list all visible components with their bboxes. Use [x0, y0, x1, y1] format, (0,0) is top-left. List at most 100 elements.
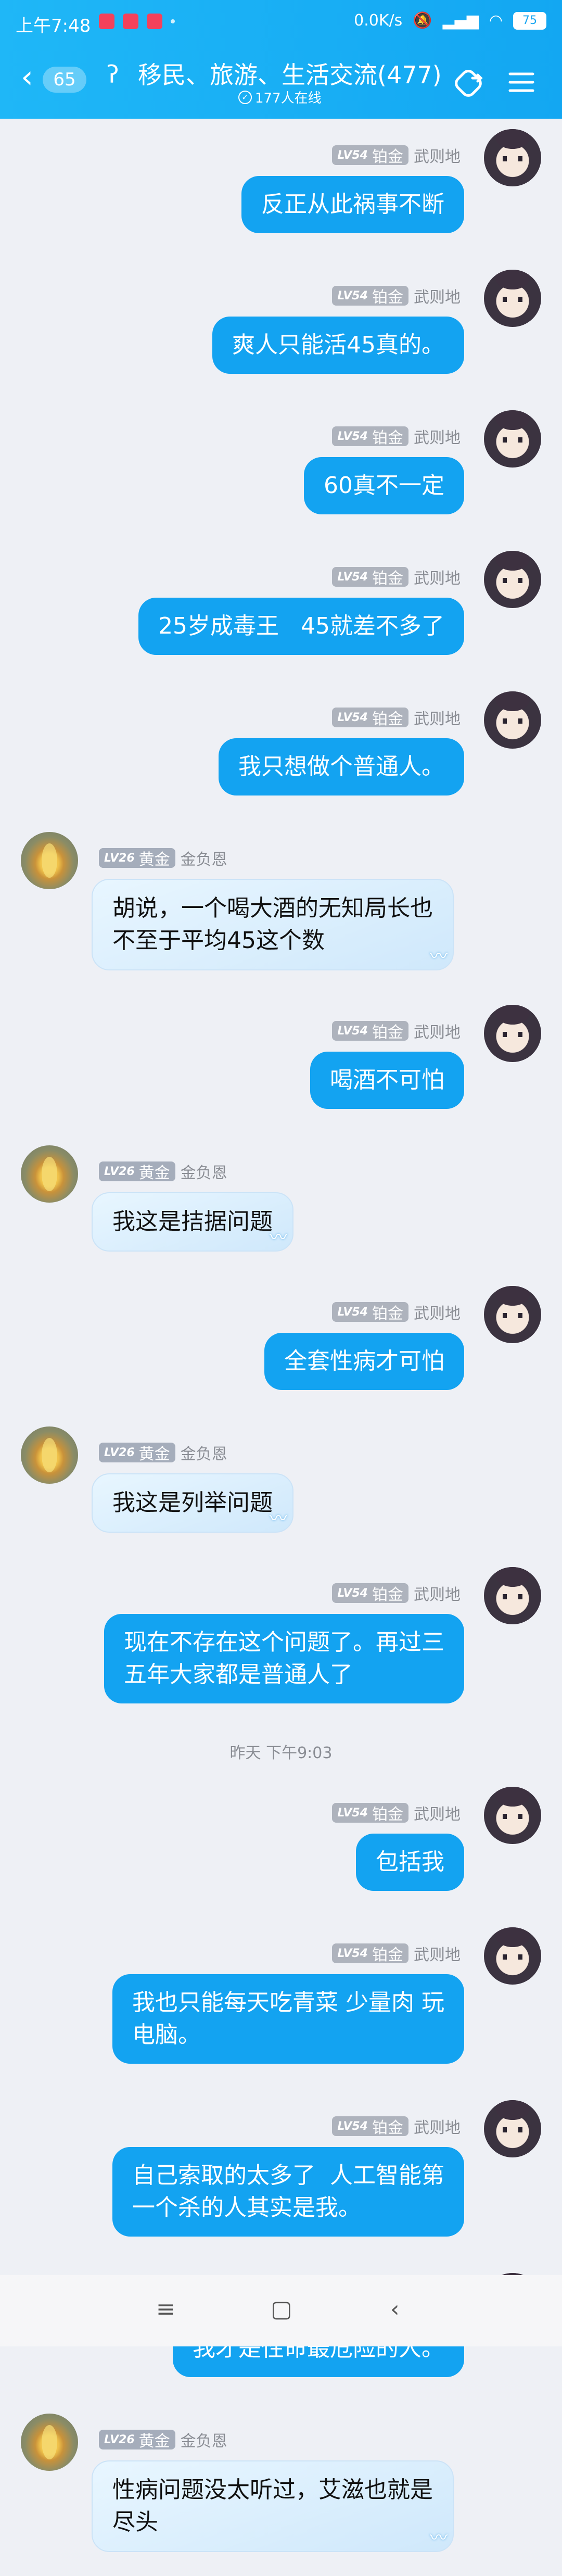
- status-bar: 上午7:48 0.0K/s 🔕 ▂▄▆ ◠ 75: [0, 0, 562, 47]
- level-badge: LV54 铂金: [332, 426, 408, 447]
- message-bubble[interactable]: 性病问题没太听过，艾滋也就是 尽头: [92, 2460, 454, 2554]
- message-item: LV54 铂金 武则地全套性病才可怕: [0, 1276, 562, 1416]
- back-chevron-icon[interactable]: ‹: [21, 61, 33, 93]
- home-button[interactable]: ▢: [271, 2296, 292, 2322]
- avatar[interactable]: [21, 1426, 78, 1484]
- message-item: LV54 铂金 武则地现在不存在这个问题了。再过三 五年大家都是普通人了: [0, 1557, 562, 1729]
- sender-info: LV54 铂金武则地: [332, 1582, 461, 1605]
- level-badge: LV54 铂金: [332, 1803, 408, 1824]
- level-badge: LV54 铂金: [332, 145, 408, 166]
- sender-info: LV26 黄金 金负恩: [99, 1441, 227, 1464]
- sender-name[interactable]: 金负恩: [181, 847, 227, 869]
- tier-label: 铂金: [372, 1805, 403, 1824]
- battery-icon: 75: [513, 11, 546, 30]
- message-bubble[interactable]: 反正从此祸事不断: [241, 176, 464, 233]
- tier-label: 黄金: [138, 851, 170, 869]
- tier-label: 铂金: [372, 288, 403, 307]
- level-number: LV54: [337, 2119, 368, 2133]
- unread-count-badge[interactable]: 65: [43, 67, 86, 93]
- avatar[interactable]: [484, 270, 541, 327]
- message-item: LV54 铂金 武则地自己索取的太多了 人工智能第 一个杀的人其实是我。: [0, 2090, 562, 2263]
- app-notification-icon: [147, 14, 162, 29]
- message-bubble[interactable]: 25岁成毒王 45就差不多了: [138, 598, 464, 655]
- message-bubble[interactable]: 包括我: [356, 1834, 464, 1891]
- share-icon[interactable]: [453, 65, 489, 101]
- tier-label: 铂金: [372, 429, 403, 447]
- sender-name[interactable]: 金负恩: [181, 1160, 227, 1183]
- message-bubble[interactable]: 胡说，一个喝大酒的无知局长也 不至于平均45这个数: [92, 879, 454, 973]
- sender-info: LV26 黄金 金负恩: [99, 847, 227, 869]
- message-item: LV26 黄金 金负恩 性病问题没太听过，艾滋也就是 尽头: [0, 2403, 562, 2576]
- avatar[interactable]: [21, 2414, 78, 2471]
- group-title[interactable]: 移民、旅游、生活交流(477): [138, 56, 442, 91]
- level-number: LV26: [104, 2433, 135, 2446]
- sender-name[interactable]: 武则地: [414, 2115, 461, 2138]
- message-item: LV54 铂金 武则地我只想做个普通人。: [0, 681, 562, 822]
- message-item: LV54 铂金 武则地 25岁成毒王 45就差不多了: [0, 540, 562, 681]
- system-nav-bar: ≡ ▢ ‹: [0, 2275, 562, 2346]
- sender-name[interactable]: 武则地: [414, 1019, 461, 1042]
- message-item: LV54 铂金 武则地 喝酒不可怕: [0, 994, 562, 1135]
- message-bubble[interactable]: 现在不存在这个问题了。再过三 五年大家都是普通人了: [104, 1614, 464, 1703]
- app-notification-icon: [123, 14, 138, 29]
- sender-name[interactable]: 金负恩: [181, 1441, 227, 1464]
- sender-info: LV54 铂金武则地: [332, 2115, 461, 2138]
- signal-icon: ▂▄▆: [442, 11, 479, 30]
- mute-icon: 🔕: [413, 11, 432, 30]
- message-item: LV54 铂金 武则地包括我: [0, 1776, 562, 1917]
- level-badge: LV54 铂金: [332, 1943, 408, 1964]
- tier-label: 铂金: [372, 2119, 403, 2137]
- level-badge: LV54 铂金: [332, 1302, 408, 1323]
- message-bubble[interactable]: 我也只能每天吃青菜 少量肉 玩 电脑。: [112, 1974, 464, 2064]
- level-number: LV54: [337, 1586, 368, 1600]
- sender-info: LV54 铂金武则地: [332, 1942, 461, 1965]
- avatar[interactable]: [484, 2100, 541, 2157]
- avatar[interactable]: [484, 1927, 541, 1985]
- sender-name[interactable]: 武则地: [414, 1801, 461, 1824]
- message-bubble[interactable]: 爽人只能活45真的。: [212, 317, 464, 374]
- sender-name[interactable]: 武则地: [414, 1942, 461, 1965]
- avatar[interactable]: [484, 1787, 541, 1844]
- sender-name[interactable]: 武则地: [414, 284, 461, 307]
- level-number: LV26: [104, 1446, 135, 1459]
- sender-name[interactable]: 金负恩: [181, 2428, 227, 2451]
- avatar[interactable]: [484, 410, 541, 468]
- recent-apps-button[interactable]: ≡: [156, 2296, 175, 2322]
- avatar[interactable]: [21, 832, 78, 889]
- avatar[interactable]: [21, 1145, 78, 1203]
- message-bubble[interactable]: 自己索取的太多了 人工智能第 一个杀的人其实是我。: [112, 2147, 464, 2237]
- message-bubble[interactable]: 我这是拮据问题: [92, 1192, 293, 1254]
- level-number: LV54: [337, 1305, 368, 1319]
- avatar[interactable]: [484, 1567, 541, 1624]
- message-bubble[interactable]: 喝酒不可怕: [310, 1052, 464, 1109]
- sender-name[interactable]: 武则地: [414, 144, 461, 167]
- level-number: LV54: [337, 430, 368, 443]
- level-number: LV54: [337, 289, 368, 302]
- sender-name[interactable]: 武则地: [414, 1582, 461, 1605]
- message-bubble[interactable]: 我这是列举问题: [92, 1473, 293, 1535]
- tier-label: 铂金: [372, 1305, 403, 1323]
- message-bubble[interactable]: 我只想做个普通人。: [219, 738, 464, 795]
- avatar[interactable]: [484, 1005, 541, 1062]
- level-badge: LV54 铂金: [332, 1583, 408, 1604]
- avatar[interactable]: [484, 129, 541, 186]
- avatar[interactable]: [484, 551, 541, 608]
- avatar[interactable]: [484, 1286, 541, 1343]
- message-bubble[interactable]: 全套性病才可怕: [264, 1333, 464, 1390]
- back-button[interactable]: ‹: [390, 2296, 400, 2322]
- level-badge: LV54 铂金: [332, 567, 408, 588]
- avatar[interactable]: [484, 691, 541, 749]
- sender-info: LV54 铂金武则地: [332, 706, 461, 729]
- tier-label: 铂金: [372, 710, 403, 728]
- level-badge: LV26 黄金: [99, 1161, 175, 1182]
- message-bubble[interactable]: 60真不一定: [304, 457, 464, 514]
- network-speed: 0.0K/s: [354, 11, 403, 30]
- status-right: 0.0K/s 🔕 ▂▄▆ ◠ 75: [354, 11, 546, 30]
- sender-name[interactable]: 武则地: [414, 425, 461, 448]
- sender-info: LV54 铂金武则地: [332, 1801, 461, 1824]
- sender-name[interactable]: 武则地: [414, 1300, 461, 1323]
- sender-name[interactable]: 武则地: [414, 565, 461, 588]
- ear-icon[interactable]: ʔ: [107, 60, 119, 89]
- sender-name[interactable]: 武则地: [414, 706, 461, 729]
- menu-icon[interactable]: [505, 66, 538, 99]
